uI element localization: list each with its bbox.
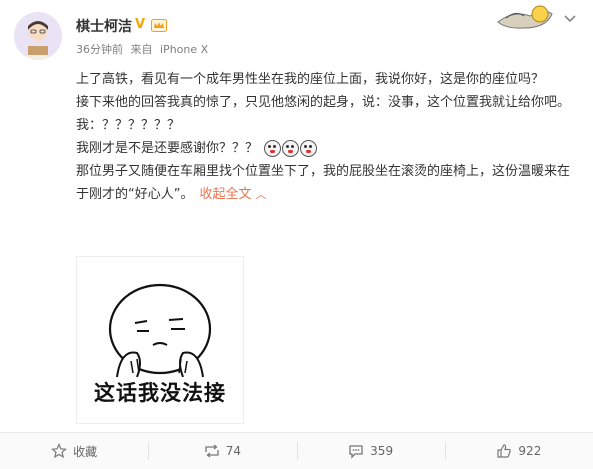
post-paragraph: 我：？？？？？？ xyxy=(76,118,181,133)
post-meta: 36分钟前 来自 iPhone X xyxy=(76,41,212,57)
username[interactable]: 棋士柯洁 xyxy=(76,16,132,36)
shocked-emoji-icon xyxy=(282,140,300,157)
post-paragraph-last: 那位男子又随便在车厢里找个位置坐下了，我的屁股坐在滚烫的座椅上，这份温暖来在于刚… xyxy=(76,160,576,206)
post-paragraph: 接下来他的回答我真的惊了，只见他悠闲的起身，说：没事，这个位置我就让给你吧。 xyxy=(76,95,571,110)
star-icon xyxy=(51,443,68,459)
post-paragraph: 我刚才是不是还要感谢你？？？ xyxy=(76,141,259,156)
repost-count: 74 xyxy=(225,444,242,458)
emoji-group xyxy=(264,140,318,157)
repost-icon xyxy=(205,444,219,458)
shocked-emoji-icon xyxy=(264,140,282,157)
comment-count: 359 xyxy=(370,444,394,458)
like-count: 922 xyxy=(518,444,542,458)
chevron-up-icon[interactable]: ︿ xyxy=(256,188,267,201)
post-time[interactable]: 36分钟前 xyxy=(76,43,123,56)
avatar[interactable] xyxy=(14,12,62,60)
repost-button[interactable]: 74 xyxy=(148,433,296,469)
source-device[interactable]: iPhone X xyxy=(160,43,208,56)
favorite-label: 收藏 xyxy=(73,444,98,459)
chevron-down-icon[interactable] xyxy=(563,14,577,24)
post-paragraph: 上了高铁，看见有一个成年男性坐在我的座位上面，我说你好，这是你的座位吗？ xyxy=(76,72,545,87)
thumbs-up-icon xyxy=(497,444,512,458)
verified-v-icon: V xyxy=(135,17,146,32)
card-decoration-icon xyxy=(497,5,553,29)
like-button[interactable]: 922 xyxy=(444,433,593,469)
post-paragraph-with-emoji: 我刚才是不是还要感谢你？？？ xyxy=(76,137,576,160)
meme-face-illustration xyxy=(108,283,212,378)
post-image[interactable]: 这话我没法接 xyxy=(76,256,244,424)
vip-crown-icon[interactable] xyxy=(151,19,167,32)
shocked-emoji-icon xyxy=(300,140,318,157)
collapse-full-text-link[interactable]: 收起全文 xyxy=(199,187,251,202)
post-paragraph: 那位男子又随便在车厢里找个位置坐下了，我的屁股坐在滚烫的座椅上，这份温暖来在于刚… xyxy=(76,164,571,202)
image-caption: 这话我没法接 xyxy=(94,381,226,405)
favorite-button[interactable]: 收藏 xyxy=(0,433,148,469)
action-bar: 收藏 74 359 922 xyxy=(0,432,593,469)
source-prefix: 来自 xyxy=(130,43,153,56)
comment-icon xyxy=(349,445,363,459)
comment-button[interactable]: 359 xyxy=(296,433,445,469)
post-content: 上了高铁，看见有一个成年男性坐在我的座位上面，我说你好，这是你的座位吗？ 接下来… xyxy=(76,68,576,206)
